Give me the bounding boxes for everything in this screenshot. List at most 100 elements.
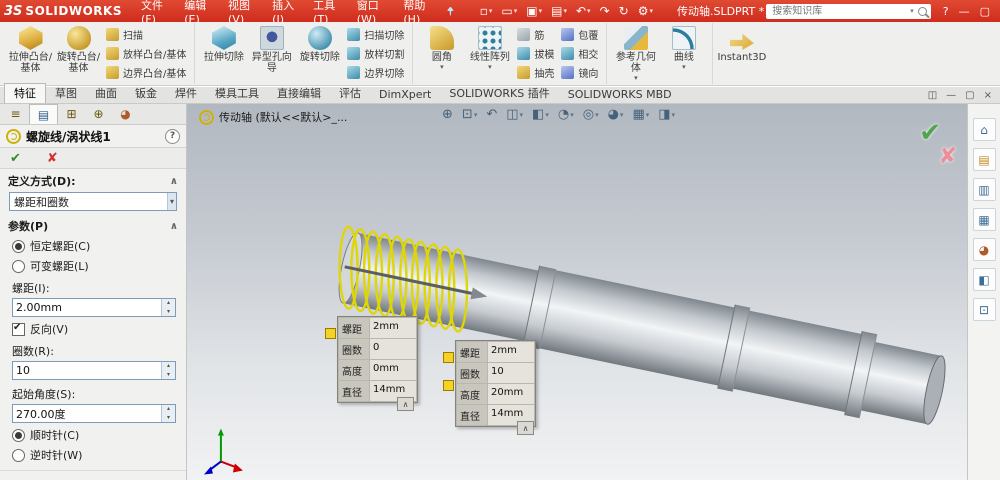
spin-down-icon[interactable]: ▾ (162, 370, 175, 379)
extruded-boss-button[interactable]: 拉伸凸台/基体 (7, 23, 54, 84)
revolutions-spinner[interactable]: ▴ ▾ (161, 362, 175, 379)
search-caret-icon[interactable]: ▾ (910, 7, 914, 15)
rebuild-button[interactable]: ↻ (619, 4, 629, 18)
callout-value[interactable]: 0 (370, 339, 416, 359)
help-icon[interactable]: ? (165, 128, 180, 144)
appearances-icon[interactable]: ◕ (972, 238, 996, 261)
redo-button[interactable]: ↷ (600, 4, 610, 18)
tab-mold-tools[interactable]: 模具工具 (206, 84, 268, 103)
boundary-boss-button[interactable]: 边界凸台/基体 (103, 64, 189, 81)
callout-value[interactable]: 2mm (370, 318, 416, 338)
knowledge-search[interactable]: ▾ (766, 3, 931, 19)
display-style-button[interactable]: ◔ ▾ (558, 107, 574, 122)
cancel-button[interactable]: ✘ (47, 151, 58, 166)
constant-pitch-option[interactable]: 恒定螺距(C) (0, 236, 186, 256)
callout-value[interactable]: 20mm (488, 384, 534, 404)
custom-properties-icon[interactable]: ⊡ (972, 298, 996, 321)
callout-anchor-icon[interactable] (325, 328, 336, 339)
view-orientation-button[interactable]: ◧ ▾ (532, 107, 549, 122)
taper-helix-option[interactable]: 锥形螺纹线(T) (0, 470, 186, 480)
parameters-section-header[interactable]: 参数(P) ∧ (0, 214, 186, 236)
help-button[interactable]: ? (943, 5, 949, 18)
clockwise-radio[interactable] (12, 428, 25, 442)
tab-features[interactable]: 特征 (4, 83, 46, 103)
search-input[interactable] (770, 4, 907, 18)
tab-dimxpert[interactable]: DimXpert (370, 87, 440, 103)
feature-breadcrumb[interactable]: 传动轴 (默认<<默认>_... (199, 109, 347, 125)
counterclockwise-radio[interactable] (12, 448, 25, 462)
variable-pitch-option[interactable]: 可变螺距(L) (0, 256, 186, 276)
callout-expander[interactable]: ∧ (517, 421, 534, 435)
design-library-icon[interactable]: ▤ (972, 148, 996, 171)
previous-view-button[interactable]: ↶ (486, 107, 497, 122)
file-explorer-icon[interactable]: ▥ (972, 178, 996, 201)
zoom-fit-button[interactable]: ⊕ (442, 107, 453, 122)
counterclockwise-option[interactable]: 逆时针(W) (0, 445, 186, 465)
draft-button[interactable]: 拔模 (514, 45, 557, 62)
spin-up-icon[interactable]: ▴ (162, 405, 175, 414)
hole-wizard-button[interactable]: 异型孔向导 (248, 23, 295, 84)
helix-start-callout[interactable]: 螺距 2mm 圈数 0 高度 0mm 直径 14mm (337, 316, 418, 403)
configuration-manager-tab[interactable]: ⊞ (58, 104, 85, 124)
panes-icon[interactable]: ◫ (928, 90, 937, 101)
tab-solidworks-mbd[interactable]: SOLIDWORKS MBD (559, 87, 681, 103)
ok-button[interactable]: ✔ (10, 151, 21, 166)
shell-button[interactable]: 抽壳 (514, 64, 557, 81)
curves-button[interactable]: 曲线 ▾ (660, 23, 707, 84)
graphics-viewport[interactable]: 传动轴 (默认<<默认>_... ⊕ ⊡ ▾ ↶ ◫ ▾ ◧ ▾ ◔ ▾ ◎ ▾ ◕ ▾ ▦… (187, 104, 967, 480)
save-button[interactable]: ▣ ▾ (526, 4, 542, 18)
model-canvas[interactable] (187, 104, 967, 480)
mirror-button[interactable]: 镜向 (558, 64, 601, 81)
callout-anchor-icon[interactable] (443, 352, 454, 363)
revolutions-input[interactable] (13, 362, 161, 379)
spin-down-icon[interactable]: ▾ (162, 413, 175, 422)
intersect-button[interactable]: 相交 (558, 45, 601, 62)
tab-weldments[interactable]: 焊件 (166, 84, 206, 103)
tab-direct-editing[interactable]: 直接编辑 (268, 84, 330, 103)
open-button[interactable]: ▭ ▾ (501, 4, 517, 18)
definition-section-header[interactable]: 定义方式(D): ∧ (0, 169, 186, 191)
new-document-button[interactable]: ▫ ▾ (480, 4, 493, 18)
extruded-cut-button[interactable]: 拉伸切除 (200, 23, 247, 84)
lofted-cut-button[interactable]: 放样切割 (344, 45, 407, 62)
definition-dropdown[interactable]: 螺距和圈数 ▾ (9, 192, 177, 211)
document-close-button[interactable]: × (984, 90, 992, 101)
linear-pattern-button[interactable]: 线性阵列 ▾ (466, 23, 513, 84)
hide-show-items-button[interactable]: ◎ ▾ (583, 107, 599, 122)
scenes-icon[interactable]: ◧ (972, 268, 996, 291)
spin-up-icon[interactable]: ▴ (162, 362, 175, 371)
confirmation-cancel-button[interactable]: ✘ (939, 144, 957, 169)
pitch-spinner[interactable]: ▴ ▾ (161, 299, 175, 316)
tab-surfaces[interactable]: 曲面 (86, 84, 126, 103)
tab-evaluate[interactable]: 评估 (330, 84, 370, 103)
start-angle-spinner[interactable]: ▴ ▾ (161, 405, 175, 422)
minimize-button[interactable]: — (959, 5, 970, 18)
wrap-button[interactable]: 包覆 (558, 26, 601, 43)
search-icon[interactable] (917, 6, 927, 16)
restore-button[interactable]: ▢ (980, 5, 990, 18)
tab-sketch[interactable]: 草图 (46, 84, 86, 103)
zoom-area-button[interactable]: ⊡ ▾ (462, 107, 477, 122)
pitch-input[interactable] (13, 299, 161, 316)
edit-appearance-button[interactable]: ◕ ▾ (608, 107, 624, 122)
callout-value[interactable]: 10 (488, 363, 534, 383)
property-manager-tab[interactable]: ▤ (29, 104, 58, 124)
view-settings-button[interactable]: ◨ ▾ (658, 107, 675, 122)
undo-button[interactable]: ↶ ▾ (576, 4, 591, 18)
callout-anchor-icon[interactable] (443, 380, 454, 391)
tab-solidworks-addins[interactable]: SOLIDWORKS 插件 (440, 84, 558, 103)
clockwise-option[interactable]: 顺时针(C) (0, 425, 186, 445)
options-button[interactable]: ⚙ ▾ (638, 4, 653, 18)
revolved-cut-button[interactable]: 旋转切除 (296, 23, 343, 84)
spin-up-icon[interactable]: ▴ (162, 299, 175, 308)
fillet-button[interactable]: 圆角 ▾ (418, 23, 465, 84)
rib-button[interactable]: 筋 (514, 26, 557, 43)
callout-value[interactable]: 2mm (488, 342, 534, 362)
document-minimize-button[interactable]: — (946, 90, 956, 101)
callout-expander[interactable]: ∧ (397, 397, 414, 411)
swept-cut-button[interactable]: 扫描切除 (344, 26, 407, 43)
callout-value[interactable]: 0mm (370, 360, 416, 380)
reverse-option[interactable]: 反向(V) (0, 319, 186, 339)
resources-home-icon[interactable]: ⌂ (972, 118, 996, 141)
instant3d-button[interactable]: Instant3D (717, 23, 766, 84)
